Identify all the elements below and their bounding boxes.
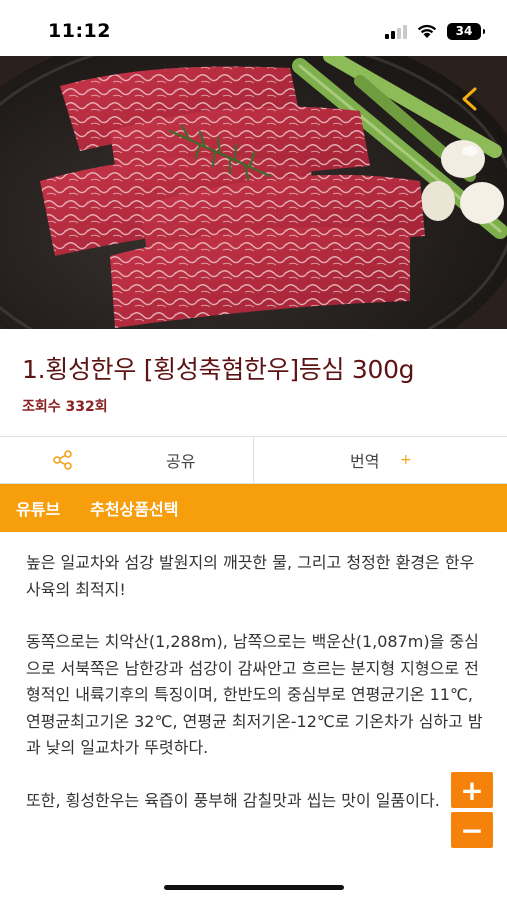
cellular-signal-icon (385, 23, 407, 39)
zoom-out-button[interactable]: − (451, 812, 493, 848)
share-button[interactable]: 공유 (0, 437, 254, 483)
tab-bar: 유튜브 추천상품선택 (0, 484, 507, 532)
share-label: 공유 (166, 452, 196, 471)
wifi-icon (417, 24, 437, 38)
plus-icon: + (400, 452, 412, 468)
product-image[interactable] (0, 56, 507, 329)
description: 높은 일교차와 섬강 발원지의 깨끗한 물, 그리고 청정한 환경은 한우 사육… (26, 550, 486, 814)
battery-icon: 34 (447, 22, 485, 40)
description-paragraph: 또한, 횡성한우는 육즙이 풍부해 감칠맛과 씹는 맛이 일품이다. (26, 790, 440, 810)
description-paragraph: 높은 일교차와 섬강 발원지의 깨끗한 물, 그리고 청정한 환경은 한우 사육… (26, 553, 475, 599)
status-time: 11:12 (48, 20, 111, 42)
tab-youtube[interactable]: 유튜브 (16, 496, 60, 520)
description-paragraph: 동쪽으로는 치악산(1,288m), 남쪽으로는 백운산(1,087m)을 중심… (26, 632, 483, 757)
tab-recommended-products[interactable]: 추천상품선택 (90, 496, 178, 520)
status-bar: 11:12 34 (0, 0, 507, 56)
translate-button[interactable]: 번역 + (254, 437, 507, 483)
product-title: 1.횡성한우 [횡성축협한우]등심 300g (22, 355, 415, 384)
zoom-in-button[interactable]: + (451, 772, 493, 808)
action-row: 공유 번역 + (0, 436, 507, 484)
home-indicator[interactable] (164, 885, 344, 890)
chevron-left-icon[interactable] (457, 86, 483, 112)
view-count: 조회수 332회 (22, 399, 108, 415)
translate-label: 번역 (350, 452, 380, 471)
beef-photo-illustration (0, 56, 507, 329)
share-icon (53, 450, 72, 470)
status-icons: 34 (385, 20, 485, 42)
